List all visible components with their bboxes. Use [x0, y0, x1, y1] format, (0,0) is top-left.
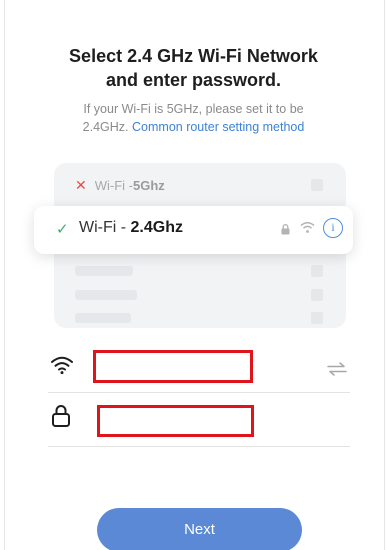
subtitle-line-1: If your Wi-Fi is 5GHz, please set it to …: [83, 102, 304, 116]
password-input[interactable]: [97, 405, 254, 437]
wifi-icon: [51, 356, 73, 375]
wifi-icon: [300, 222, 315, 233]
network-2-4ghz-prefix: Wi-Fi -: [79, 219, 131, 236]
checkmark-icon: ✓: [56, 221, 69, 238]
field-divider: [48, 446, 350, 447]
switch-network-icon[interactable]: [327, 362, 347, 376]
wifi-icon: [311, 265, 323, 277]
subtitle-prefix: 2.4GHz.: [82, 120, 129, 134]
blurred-network-name: [75, 266, 133, 276]
blurred-network-name: [75, 290, 137, 300]
network-row-5ghz[interactable]: ✕ Wi-Fi - 5Ghz: [75, 176, 165, 194]
page-title: Select 2.4 GHz Wi-Fi Network and enter p…: [0, 44, 387, 92]
title-line-2: and enter password.: [105, 70, 282, 90]
page-subtitle: If your Wi-Fi is 5GHz, please set it to …: [0, 100, 387, 136]
lock-icon: [311, 179, 323, 191]
network-2-4ghz-label: Wi-Fi - 2.4Ghz: [79, 219, 183, 237]
x-mark-icon: ✕: [75, 176, 87, 193]
title-line-1: Select 2.4 GHz Wi-Fi Network: [69, 46, 318, 66]
network-5ghz-band: 5Ghz: [133, 177, 165, 193]
network-5ghz-prefix: Wi-Fi -: [94, 177, 133, 193]
info-icon[interactable]: i: [323, 218, 343, 238]
field-divider: [48, 392, 350, 393]
wifi-name-input[interactable]: [93, 350, 253, 383]
wifi-icon: [311, 289, 323, 301]
network-row-2-4ghz[interactable]: ✓ Wi-Fi - 2.4Ghz i: [34, 206, 353, 254]
next-button[interactable]: Next: [97, 508, 302, 550]
lock-icon: [281, 224, 290, 235]
network-2-4ghz-band: 2.4Ghz: [130, 219, 183, 236]
wifi-icon: [311, 312, 323, 324]
router-setting-link[interactable]: Common router setting method: [132, 120, 304, 134]
lock-icon: [52, 405, 70, 427]
blurred-network-name: [75, 313, 131, 323]
